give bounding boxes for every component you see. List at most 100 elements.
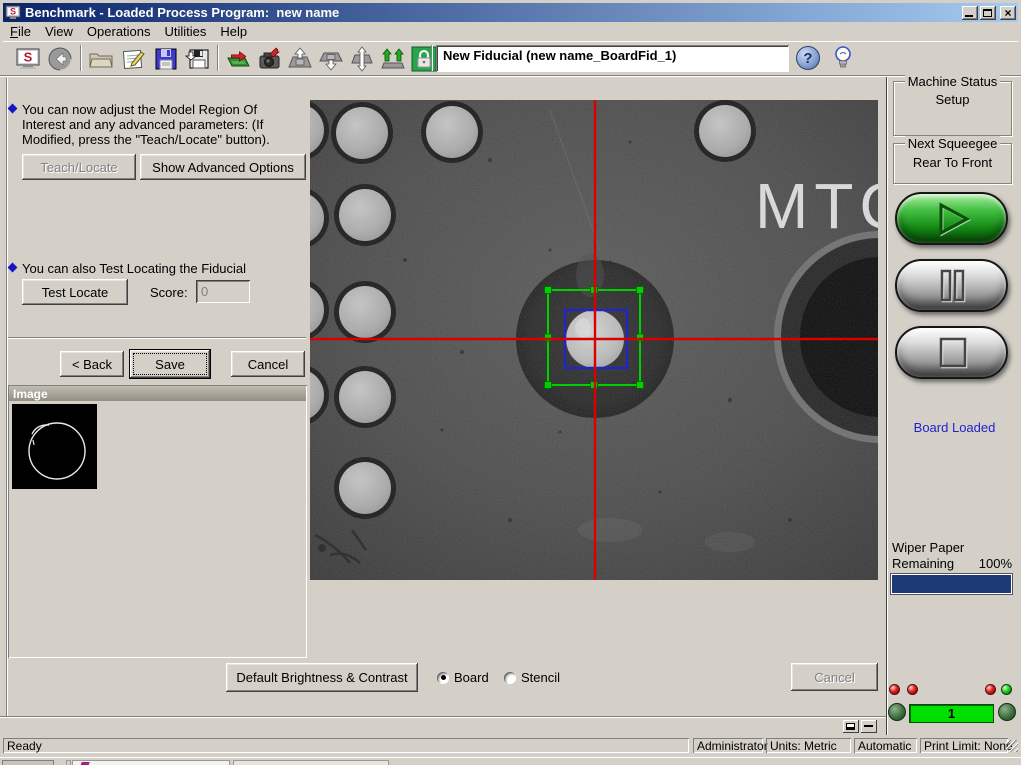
save-as-button[interactable] — [183, 44, 212, 73]
squeegee-up-icon — [287, 46, 313, 72]
taskbar-strip — [0, 757, 1021, 765]
main-panel-bottom-edge — [0, 716, 888, 718]
machine-status-label: Machine Status — [905, 74, 1001, 89]
taskbar-task-button[interactable] — [72, 760, 230, 765]
client-top-edge — [0, 75, 1021, 77]
radio-dot-icon — [437, 672, 449, 684]
back-button[interactable]: < Back — [60, 351, 124, 377]
toolbar-separator — [80, 45, 82, 71]
minimize-icon — [965, 15, 973, 17]
table-up-down-icon — [349, 46, 375, 72]
interlock-lock-button[interactable] — [409, 44, 438, 73]
stencil-radio[interactable]: Stencil — [504, 670, 560, 685]
next-squeegee-label: Next Squeegee — [905, 136, 1001, 151]
image-group-header: Image — [9, 386, 306, 401]
machine-status-value: Setup — [894, 92, 1011, 107]
status-led-3 — [985, 684, 996, 695]
open-file-button[interactable] — [86, 44, 115, 73]
camera-view[interactable]: MTC — [310, 100, 878, 580]
machine-control-panel: Machine Status Setup Next Squeegee Rear … — [888, 77, 1021, 735]
test-locate-button[interactable]: Test Locate — [22, 279, 128, 305]
hint-button[interactable] — [833, 45, 853, 77]
next-squeegee-value: Rear To Front — [894, 155, 1011, 170]
edit-program-button[interactable] — [118, 44, 147, 73]
save-button[interactable]: Save — [130, 350, 210, 378]
image-group-panel: Image — [8, 385, 307, 658]
wiper-progress-fill — [892, 575, 1011, 593]
menu-view[interactable]: View — [38, 23, 80, 40]
edit-notes-icon — [120, 46, 146, 72]
menu-file[interactable]: File — [3, 23, 38, 40]
load-board-icon — [225, 46, 251, 72]
board-status-text: Board Loaded — [888, 420, 1021, 435]
close-icon: × — [1000, 6, 1016, 20]
back-button[interactable] — [45, 44, 74, 73]
help-button[interactable]: ? — [796, 46, 820, 70]
menu-bar: File View Operations Utilities Help — [3, 22, 1018, 41]
save-button[interactable] — [151, 44, 180, 73]
mdi-restore-button[interactable] — [843, 720, 859, 733]
score-field[interactable]: 0 — [196, 280, 250, 303]
board-radio[interactable]: Board — [437, 670, 489, 685]
teach-locate-button[interactable]: Teach/Locate — [22, 154, 136, 180]
stop-button[interactable] — [895, 326, 1008, 379]
counter-right-button[interactable] — [998, 703, 1016, 721]
svg-text:S: S — [10, 7, 16, 17]
stencil-radio-label: Stencil — [521, 670, 560, 685]
fiducial-model-thumbnail — [12, 404, 97, 489]
taskbar-task-button[interactable] — [233, 760, 389, 765]
show-advanced-options-button[interactable]: Show Advanced Options — [140, 154, 306, 180]
table-raise-button[interactable] — [378, 44, 407, 73]
app-window: S Benchmark - Loaded Process Program: ne… — [0, 0, 1021, 765]
maximize-button[interactable] — [980, 6, 996, 20]
squeegee-down-icon — [318, 46, 344, 72]
play-icon — [929, 200, 975, 238]
start-button[interactable] — [895, 192, 1008, 245]
camera-icon — [256, 46, 282, 72]
taskbar-start-button[interactable] — [2, 760, 54, 765]
bullet-icon — [8, 263, 18, 273]
status-led-2 — [907, 684, 918, 695]
wiper-progress — [890, 573, 1013, 595]
close-button[interactable]: × — [1000, 6, 1016, 20]
minimize-button[interactable] — [962, 6, 978, 20]
resize-grip[interactable] — [1006, 740, 1018, 752]
back-icon — [47, 46, 73, 72]
svg-text:S: S — [23, 49, 32, 64]
load-board-button[interactable] — [223, 44, 252, 73]
camera-unload-button[interactable] — [254, 44, 283, 73]
menu-help[interactable]: Help — [213, 23, 254, 40]
squeegee-down-button[interactable] — [316, 44, 345, 73]
board-radio-label: Board — [454, 670, 489, 685]
table-up-down-button[interactable] — [347, 44, 376, 73]
machine-status-group: Machine Status Setup — [893, 81, 1012, 136]
taskbar-handle — [66, 760, 71, 765]
status-ready: Ready — [3, 738, 689, 753]
radio-dot-icon — [504, 672, 516, 684]
title-bar[interactable]: S Benchmark - Loaded Process Program: ne… — [3, 3, 1018, 22]
status-led-1 — [889, 684, 900, 695]
mdi-minimize-button[interactable] — [861, 720, 877, 733]
counter-left-button[interactable] — [888, 703, 906, 721]
instruction-adjust-roi: You can now adjust the Model Region Of I… — [22, 102, 308, 147]
instruction-test-locate: You can also Test Locating the Fiducial — [22, 261, 308, 276]
cancel-button[interactable]: Cancel — [231, 351, 305, 377]
fiducial-name-field[interactable]: New Fiducial (new name_BoardFid_1) — [436, 45, 789, 72]
app-screen-button[interactable]: S — [13, 44, 42, 73]
squeegee-up-button[interactable] — [285, 44, 314, 73]
app-logo-icon: S — [5, 4, 21, 20]
lightbulb-icon — [833, 45, 853, 72]
table-raise-icon — [380, 46, 406, 72]
menu-utilities[interactable]: Utilities — [158, 23, 214, 40]
cancel-operation-button[interactable]: Cancel — [791, 663, 878, 691]
pause-button[interactable] — [895, 259, 1008, 312]
toolbar-separator — [217, 45, 219, 71]
menu-operations[interactable]: Operations — [80, 23, 158, 40]
status-led-4 — [1001, 684, 1012, 695]
help-icon: ? — [803, 50, 812, 67]
toolbar: S — [3, 41, 1018, 75]
wiper-paper-percent: 100% — [888, 556, 1012, 571]
app-screen-icon: S — [15, 46, 41, 72]
default-brightness-contrast-button[interactable]: Default Brightness & Contrast — [226, 663, 418, 692]
open-folder-icon — [88, 46, 114, 72]
